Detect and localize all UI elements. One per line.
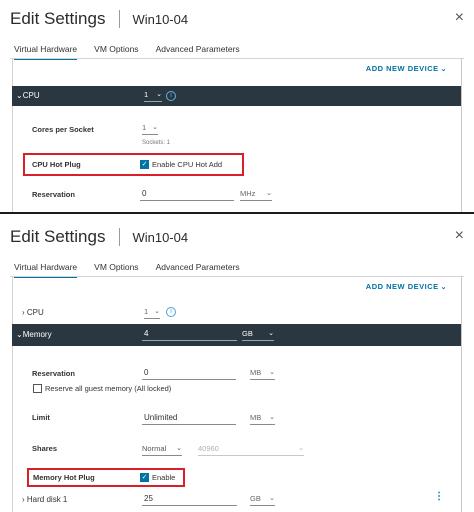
dialog-header: Edit Settings Win10-04 (10, 8, 188, 30)
cpu-row[interactable]: › CPU (22, 308, 44, 317)
memory-hot-add-checkbox-label[interactable]: Enable (152, 473, 175, 482)
scrollbar[interactable] (461, 58, 462, 212)
shares-value: Normal (142, 444, 167, 453)
chevron-down-icon: ⌄ (440, 66, 447, 73)
shares-number-value: 40960 (198, 444, 219, 453)
reservation-unit-value: MB (250, 368, 262, 377)
chevron-down-icon: ⌄ (16, 330, 23, 339)
chevron-down-icon: ⌄ (156, 91, 162, 98)
vm-name: Win10-04 (132, 11, 189, 27)
cores-per-socket-label: Cores per Socket (32, 125, 94, 134)
memory-row[interactable]: ⌄Memory 4 GB ⌄ (12, 324, 461, 346)
cpu-row[interactable]: ⌄CPU 1 ⌄ i (12, 86, 461, 106)
dialog-title: Edit Settings (10, 227, 106, 246)
shares-select[interactable]: Normal ⌄ (142, 444, 182, 456)
vm-name: Win10-04 (132, 229, 189, 245)
more-actions-icon[interactable]: ⋮ (434, 491, 444, 502)
add-new-device-label: ADD NEW DEVICE (365, 64, 439, 73)
chevron-down-icon: ⌄ (269, 369, 275, 376)
cpu-label: CPU (26, 308, 44, 317)
chevron-down-icon: ⌄ (268, 330, 274, 337)
hard-disk-label: Hard disk 1 (26, 495, 68, 504)
limit-unit-value: MB (250, 413, 262, 422)
close-icon[interactable]: × (455, 9, 464, 27)
reservation-unit-select[interactable]: MHz ⌄ (240, 189, 272, 201)
cpu-hot-plug-label: CPU Hot Plug (32, 160, 81, 169)
cpu-row-label: ⌄CPU (16, 91, 40, 100)
edit-settings-panel-memory: Edit Settings Win10-04 × Virtual Hardwar… (0, 218, 474, 512)
chevron-down-icon: ⌄ (152, 124, 158, 131)
reservation-input[interactable]: 0 (142, 368, 236, 380)
cpu-hot-add-checkbox[interactable]: ✓ (140, 160, 149, 169)
hardware-list (12, 58, 462, 212)
memory-label: Memory (22, 330, 52, 339)
chevron-down-icon: ⌄ (266, 190, 272, 197)
limit-label: Limit (32, 413, 50, 422)
chevron-down-icon: ⌄ (269, 414, 275, 421)
memory-row-label: ⌄Memory (16, 330, 52, 339)
cpu-count-value: 1 (144, 90, 149, 99)
info-icon[interactable]: i (166, 307, 176, 317)
cores-per-socket-select[interactable]: 1 ⌄ (142, 123, 158, 135)
title-separator (119, 10, 121, 28)
chevron-down-icon: ⌄ (269, 495, 275, 502)
hard-disk-row[interactable]: › Hard disk 1 (22, 495, 67, 504)
chevron-down-icon: ⌄ (16, 91, 23, 100)
reservation-label: Reservation (32, 369, 75, 378)
cpu-count-select[interactable]: 1 ⌄ (144, 90, 162, 102)
dialog-title: Edit Settings (10, 9, 106, 28)
reservation-unit-value: MHz (240, 189, 256, 198)
chevron-right-icon: › (22, 308, 25, 317)
memory-input[interactable]: 4 (142, 329, 237, 341)
memory-hot-plug-label: Memory Hot Plug (33, 473, 95, 482)
chevron-down-icon: ⌄ (154, 308, 160, 315)
cpu-label: CPU (22, 91, 40, 100)
hard-disk-input[interactable]: 25 (142, 494, 237, 506)
chevron-down-icon: ⌄ (440, 284, 447, 291)
memory-unit-select[interactable]: GB ⌄ (242, 329, 274, 341)
limit-input[interactable]: Unlimited (142, 413, 236, 425)
info-icon[interactable]: i (166, 91, 176, 101)
cores-per-socket-value: 1 (142, 123, 147, 132)
title-separator (119, 228, 121, 246)
reservation-label: Reservation (32, 190, 75, 199)
add-new-device-label: ADD NEW DEVICE (365, 282, 439, 291)
hard-disk-unit-value: GB (250, 494, 261, 503)
shares-label: Shares (32, 444, 58, 453)
cpu-hot-add-checkbox-label[interactable]: Enable CPU Hot Add (152, 160, 222, 169)
limit-unit-select[interactable]: MB ⌄ (250, 413, 275, 425)
dialog-header: Edit Settings Win10-04 (10, 226, 188, 248)
add-new-device-button[interactable]: ADD NEW DEVICE ⌄ (366, 64, 447, 73)
chevron-down-icon: ⌄ (176, 445, 182, 452)
close-icon[interactable]: × (455, 227, 464, 245)
reserve-all-memory-checkbox[interactable] (33, 384, 42, 393)
scrollbar[interactable] (461, 276, 462, 512)
chevron-down-icon: ⌄ (298, 445, 304, 452)
chevron-right-icon: › (22, 495, 25, 504)
cpu-count-value: 1 (144, 307, 149, 316)
reservation-input[interactable]: 0 (140, 189, 234, 201)
shares-number-input: 40960 ⌄ (198, 444, 304, 456)
memory-hot-add-checkbox[interactable]: ✓ (140, 473, 149, 482)
cpu-count-select[interactable]: 1 ⌄ (144, 307, 160, 319)
reservation-unit-select[interactable]: MB ⌄ (250, 368, 275, 380)
hard-disk-unit-select[interactable]: GB ⌄ (250, 494, 275, 506)
edit-settings-panel-cpu: Edit Settings Win10-04 × Virtual Hardwar… (0, 0, 474, 214)
sockets-text: Sockets: 1 (142, 140, 171, 146)
add-new-device-button[interactable]: ADD NEW DEVICE ⌄ (366, 282, 447, 291)
memory-unit-value: GB (242, 329, 253, 338)
reserve-all-memory-label[interactable]: Reserve all guest memory (All locked) (45, 384, 171, 393)
